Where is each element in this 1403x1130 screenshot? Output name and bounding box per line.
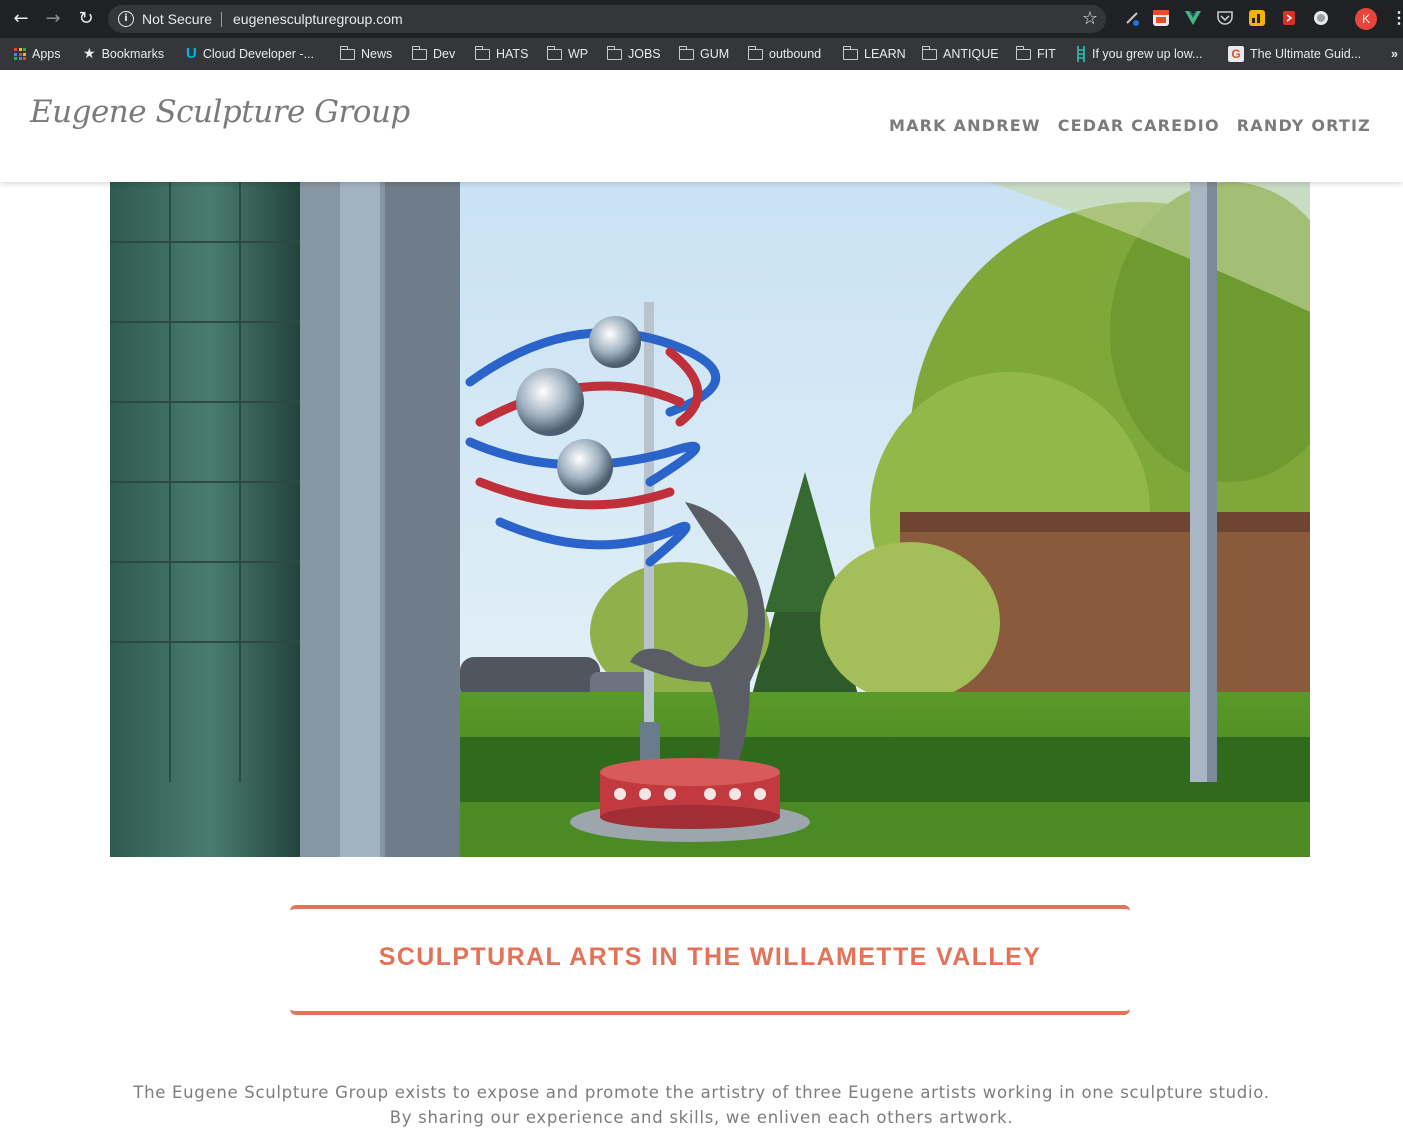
bookmark-hats[interactable]: HATS — [474, 43, 529, 65]
bookmark-jobs[interactable]: JOBS — [606, 43, 661, 65]
bookmark-label: JOBS — [628, 47, 661, 61]
folder-icon — [474, 45, 490, 60]
bookmark-wp[interactable]: WP — [546, 43, 589, 65]
security-label[interactable]: Not Secure — [142, 11, 212, 27]
bookmark-label: WP — [568, 47, 589, 61]
forward-arrow-icon[interactable]: → — [42, 8, 64, 30]
bookmark-bookmarks[interactable]: ★ Bookmarks — [83, 43, 164, 65]
bookmark-label: Apps — [32, 47, 61, 61]
bookmark-outbound[interactable]: outbound — [747, 43, 822, 65]
bookmark-star-icon[interactable]: ☆ — [1082, 8, 1098, 29]
bookmark-label: LEARN — [864, 47, 906, 61]
folder-icon — [546, 45, 562, 60]
bookmark-label: The Ultimate Guid... — [1250, 47, 1362, 61]
bookmark-dev[interactable]: Dev — [411, 43, 456, 65]
info-icon[interactable]: i — [118, 11, 134, 27]
main-navigation: MARK ANDREW CEDAR CAREDIO RANDY ORTIZ — [889, 116, 1371, 135]
bookmark-fit[interactable]: FIT — [1015, 43, 1056, 65]
browser-toolbar: ← → ↻ i Not Secure eugenesculpturegroup.… — [0, 0, 1403, 38]
bookmark-label: If you grew up low... — [1092, 47, 1203, 61]
bookmark-antique[interactable]: ANTIQUE — [921, 43, 999, 65]
pocket-extension-icon[interactable] — [1217, 10, 1233, 26]
address-divider — [221, 12, 222, 27]
bookmark-label: News — [361, 47, 393, 61]
intro-line-1: The Eugene Sculpture Group exists to exp… — [133, 1083, 1270, 1102]
nav-link-mark-andrew[interactable]: MARK ANDREW — [889, 116, 1041, 135]
ladder-icon — [1077, 46, 1085, 62]
lastpass-extension-icon[interactable] — [1281, 10, 1297, 26]
bookmark-label: Cloud Developer -... — [202, 47, 315, 61]
bookmark-news[interactable]: News — [339, 43, 393, 65]
site-header: Eugene Sculpture Group MARK ANDREW CEDAR… — [0, 70, 1403, 182]
folder-icon — [1015, 45, 1031, 60]
g-logo-icon: G — [1228, 46, 1244, 62]
intro-line-2: By sharing our experience and skills, we… — [389, 1108, 1014, 1127]
hero-sculpture-photo — [110, 182, 1310, 857]
reload-icon[interactable]: ↻ — [75, 8, 97, 30]
nav-link-randy-ortiz[interactable]: RANDY ORTIZ — [1237, 116, 1371, 135]
star-icon: ★ — [83, 46, 96, 62]
bookmark-label: outbound — [769, 47, 822, 61]
folder-icon — [339, 45, 355, 60]
nav-link-cedar-caredio[interactable]: CEDAR CAREDIO — [1058, 116, 1220, 135]
browser-menu-icon[interactable]: ⋮ — [1391, 8, 1403, 30]
udacity-icon: U — [186, 45, 197, 62]
bookmark-ultimate-guide[interactable]: G The Ultimate Guid... — [1228, 43, 1361, 65]
bookmark-learn[interactable]: LEARN — [842, 43, 906, 65]
bookmark-label: Bookmarks — [101, 47, 165, 61]
bookmark-gum[interactable]: GUM — [678, 43, 730, 65]
vue-extension-icon[interactable] — [1185, 10, 1201, 26]
folder-icon — [921, 45, 937, 60]
back-arrow-icon[interactable]: ← — [10, 8, 32, 30]
folder-icon — [678, 45, 694, 60]
bookmark-apps[interactable]: Apps — [14, 43, 61, 65]
bookmark-cloud-developer[interactable]: U Cloud Developer -... — [186, 43, 314, 65]
record-extension-icon[interactable] — [1313, 10, 1329, 26]
apps-grid-icon — [14, 48, 26, 60]
bookmark-label: Dev — [433, 47, 456, 61]
bookmark-label: FIT — [1037, 47, 1056, 61]
pen-extension-icon[interactable] — [1124, 10, 1140, 26]
profile-avatar[interactable]: K — [1355, 8, 1377, 30]
bookmark-grew-up-low[interactable]: If you grew up low... — [1076, 43, 1202, 65]
folder-icon — [842, 45, 858, 60]
bookmark-label: ANTIQUE — [943, 47, 999, 61]
folder-icon — [747, 45, 763, 60]
bookmark-label: GUM — [700, 47, 730, 61]
chart-extension-icon[interactable] — [1249, 10, 1265, 26]
tagline-banner: SCULPTURAL ARTS IN THE WILLAMETTE VALLEY — [290, 905, 1130, 1015]
folder-icon — [606, 45, 622, 60]
url-text[interactable]: eugenesculpturegroup.com — [233, 11, 403, 27]
folder-icon — [411, 45, 427, 60]
tagline-heading: SCULPTURAL ARTS IN THE WILLAMETTE VALLEY — [378, 943, 1042, 971]
bookmarks-overflow-button[interactable]: » — [1391, 43, 1398, 65]
bookmarks-bar: Apps ★ Bookmarks U Cloud Developer -... … — [0, 38, 1403, 70]
site-logo[interactable]: Eugene Sculpture Group — [30, 94, 410, 130]
bookmark-label: HATS — [496, 47, 529, 61]
address-bar[interactable]: i Not Secure eugenesculpturegroup.com ☆ — [108, 5, 1106, 33]
calendar-extension-icon[interactable] — [1153, 10, 1169, 26]
